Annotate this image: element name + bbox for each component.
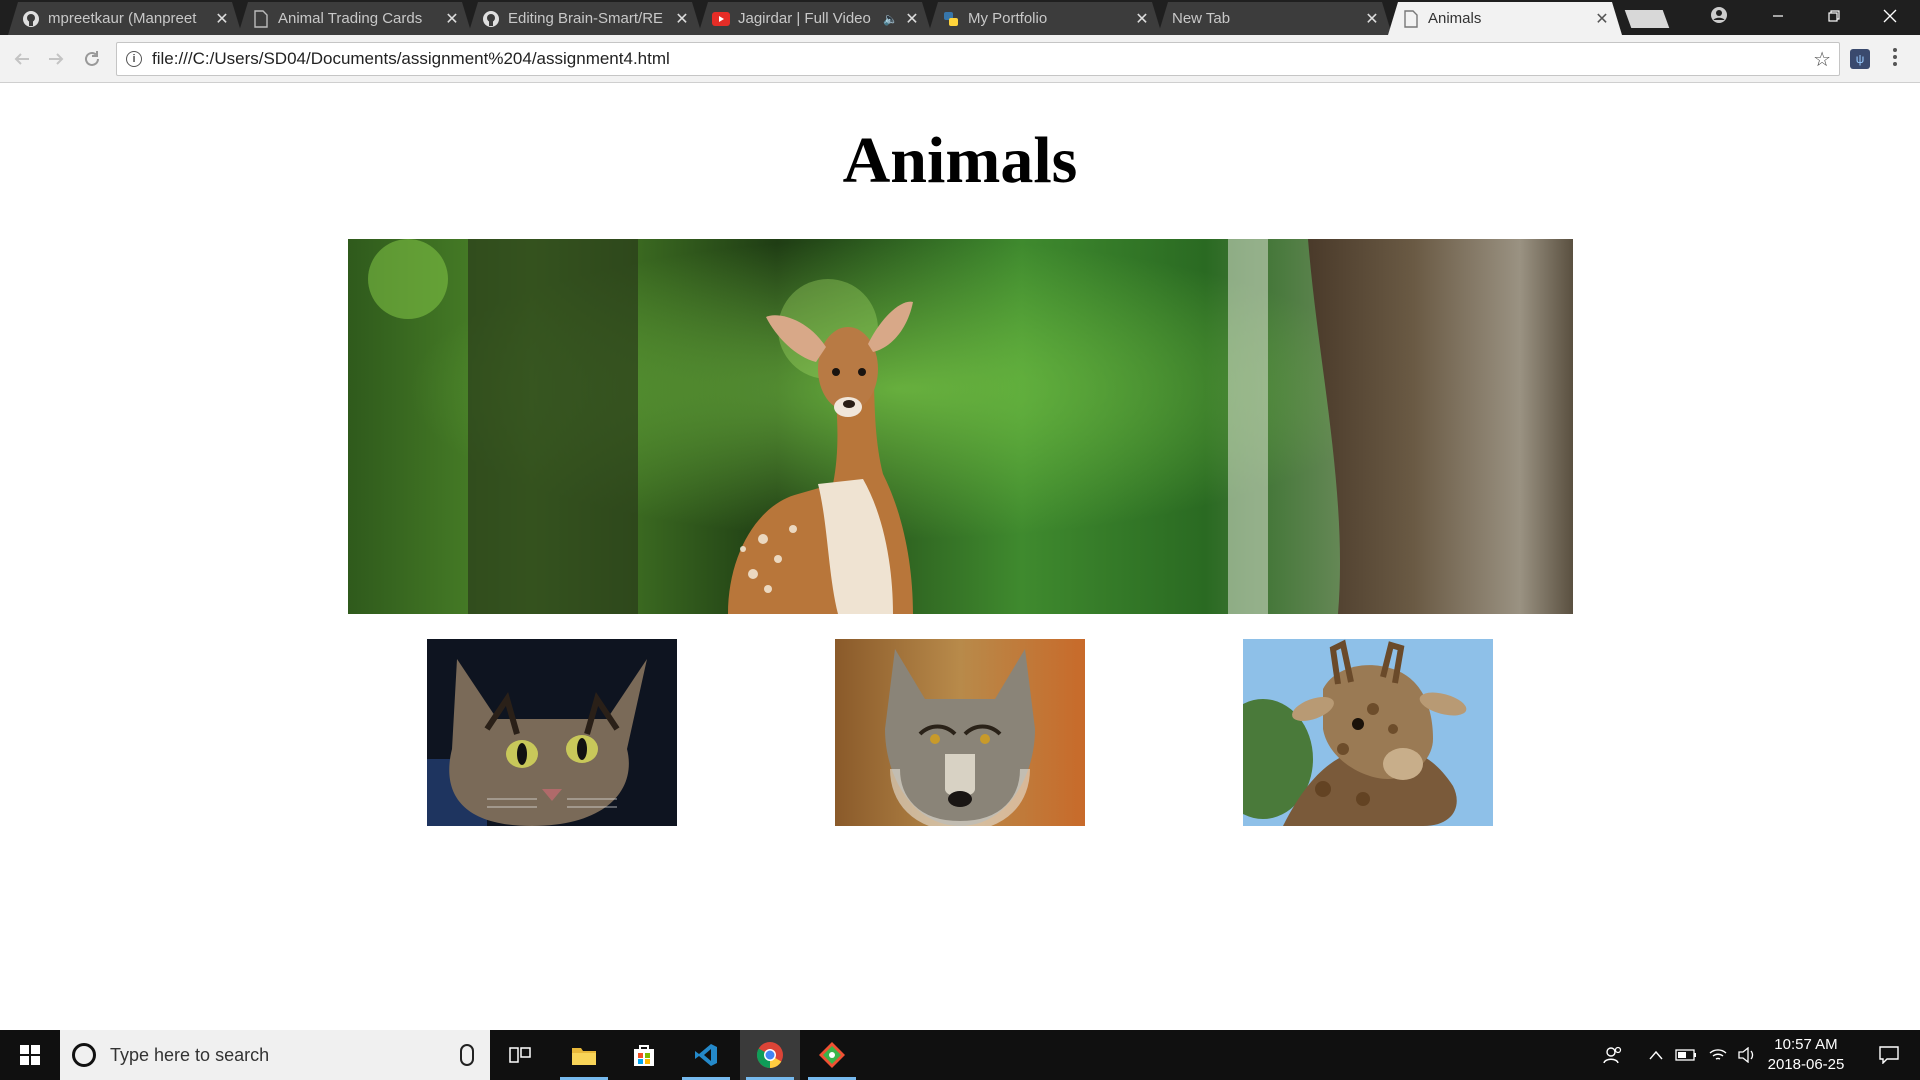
browser-titlebar: mpreetkaur (Manpreet ✕ Animal Trading Ca… [0, 0, 1920, 35]
page-title: Animals [842, 124, 1078, 197]
system-clock[interactable]: 10:57 AM 2018-06-25 [1756, 1035, 1856, 1075]
github-icon [22, 10, 40, 28]
audio-playing-icon[interactable]: 🔈 [883, 12, 898, 26]
tab-label: mpreetkaur (Manpreet [48, 10, 197, 27]
back-icon[interactable] [10, 47, 34, 71]
address-bar[interactable]: i file:///C:/Users/SD04/Documents/assign… [116, 42, 1840, 76]
tab-label: Editing Brain-Smart/RE [508, 10, 664, 27]
clock-time: 10:57 AM [1774, 1036, 1838, 1053]
tab-label: Animals [1428, 10, 1482, 27]
new-tab-button[interactable] [1624, 10, 1670, 28]
wifi-icon[interactable] [1704, 1030, 1732, 1080]
tab-github-mpreetkaur[interactable]: mpreetkaur (Manpreet ✕ [8, 2, 242, 35]
extension-icon[interactable]: ψ [1850, 49, 1870, 69]
tab-close-icon[interactable]: ✕ [674, 9, 690, 29]
url-text[interactable]: file:///C:/Users/SD04/Documents/assignme… [152, 49, 1813, 69]
forward-icon[interactable] [44, 47, 68, 71]
github-icon [482, 10, 500, 28]
windows-logo-icon [20, 1045, 40, 1065]
browser-toolbar: i file:///C:/Users/SD04/Documents/assign… [0, 35, 1920, 83]
tab-label: My Portfolio [968, 10, 1048, 27]
profile-icon[interactable] [1708, 4, 1730, 26]
python-icon [942, 10, 960, 28]
tab-jagirdar-video[interactable]: Jagirdar | Full Video 🔈 ✕ [698, 2, 932, 35]
people-icon[interactable] [1598, 1030, 1628, 1080]
tab-close-icon[interactable]: ✕ [1594, 9, 1610, 29]
tab-close-icon[interactable]: ✕ [214, 9, 230, 29]
tab-animals[interactable]: Animals ✕ [1388, 2, 1622, 35]
tab-label: Jagirdar | Full Video [738, 10, 871, 27]
tab-animal-trading-cards[interactable]: Animal Trading Cards ✕ [238, 2, 472, 35]
action-center-icon[interactable] [1864, 1030, 1914, 1080]
tab-close-icon[interactable]: ✕ [904, 9, 920, 29]
chrome-icon[interactable] [740, 1030, 800, 1080]
tab-editing-brain-smart[interactable]: Editing Brain-Smart/RE ✕ [468, 2, 702, 35]
show-hidden-icons-icon[interactable] [1644, 1030, 1668, 1080]
search-placeholder[interactable]: Type here to search [110, 1045, 460, 1066]
clock-date: 2018-06-25 [1767, 1056, 1845, 1073]
cortana-icon[interactable] [72, 1043, 96, 1067]
tab-close-icon[interactable]: ✕ [1134, 9, 1150, 29]
restore-icon[interactable] [1806, 0, 1862, 32]
tab-label: Animal Trading Cards [278, 10, 423, 27]
tab-new-tab[interactable]: New Tab ✕ [1158, 2, 1392, 35]
start-button[interactable] [0, 1030, 60, 1080]
deer-fawn-photo [348, 239, 1573, 614]
store-icon[interactable] [614, 1030, 674, 1080]
task-view-icon[interactable] [490, 1030, 550, 1080]
git-icon[interactable] [802, 1030, 862, 1080]
tab-close-icon[interactable]: ✕ [1364, 9, 1380, 29]
wolf-photo [835, 639, 1085, 826]
file-explorer-icon[interactable] [554, 1030, 614, 1080]
site-info-icon[interactable]: i [126, 51, 142, 67]
tab-my-portfolio[interactable]: My Portfolio ✕ [928, 2, 1162, 35]
vscode-icon[interactable] [676, 1030, 736, 1080]
microphone-icon[interactable] [460, 1044, 474, 1066]
page-content: Animals [0, 83, 1920, 1030]
giraffe-photo [1243, 639, 1493, 826]
taskbar-search-box[interactable]: Type here to search [60, 1030, 490, 1080]
tab-label: New Tab [1172, 10, 1231, 27]
youtube-icon [712, 10, 730, 28]
reload-icon[interactable] [80, 47, 104, 71]
page-icon [252, 10, 270, 28]
bookmark-star-icon[interactable]: ☆ [1813, 47, 1831, 72]
battery-icon[interactable] [1672, 1030, 1700, 1080]
page-icon [1402, 10, 1420, 28]
minimize-icon[interactable] [1750, 0, 1806, 32]
windows-taskbar: Type here to search 10:57 AM 2018-06-25 [0, 1030, 1920, 1080]
browser-menu-icon[interactable] [1890, 47, 1900, 71]
cat-photo [427, 639, 677, 826]
close-window-icon[interactable] [1862, 0, 1918, 32]
tab-close-icon[interactable]: ✕ [444, 9, 460, 29]
